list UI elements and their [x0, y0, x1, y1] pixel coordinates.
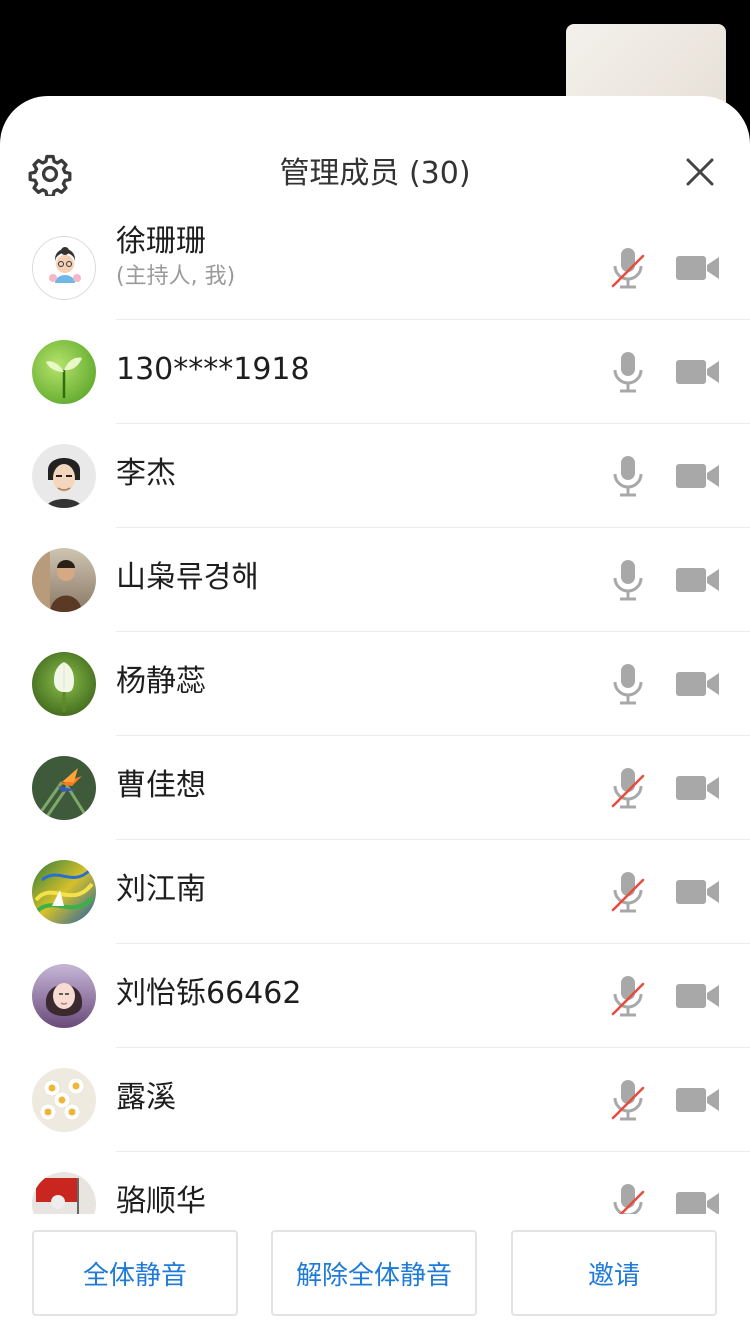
action-bar: 全体静音 解除全体静音 邀请: [0, 1214, 750, 1334]
video-camera-icon[interactable]: [676, 1190, 720, 1214]
close-icon[interactable]: [684, 156, 716, 188]
mute-all-button[interactable]: 全体静音: [32, 1230, 238, 1316]
avatar: [32, 1068, 96, 1132]
member-name: 刘怡铄66462: [116, 976, 302, 1011]
painting-avatar-icon: [34, 868, 94, 914]
chamomile-avatar-icon: [39, 1077, 85, 1121]
member-row[interactable]: 刘怡铄66462: [0, 944, 750, 1048]
member-name: 杨静蕊: [116, 664, 206, 699]
video-camera-icon[interactable]: [676, 462, 720, 490]
avatar: [32, 236, 96, 300]
avatar: [32, 1172, 96, 1214]
mic-muted-icon[interactable]: [608, 1076, 648, 1124]
unmute-all-button[interactable]: 解除全体静音: [271, 1230, 477, 1316]
member-name: 山枭류경해: [116, 560, 259, 595]
avatar: [32, 444, 96, 508]
member-name: 130****1918: [116, 352, 310, 387]
member-list: 徐珊珊 (主持人, 我) 130****1918 李杰 山枭류경해 杨静蕊 曹佳…: [0, 216, 750, 1214]
mic-icon[interactable]: [608, 348, 648, 396]
video-camera-icon[interactable]: [676, 878, 720, 906]
member-name: 刘江南: [116, 872, 206, 907]
manage-members-sheet: 管理成员 (30) 徐珊珊 (主持人, 我) 130****1918 李杰 山枭…: [0, 96, 750, 1334]
member-name: 曹佳想: [116, 768, 206, 803]
member-row[interactable]: 曹佳想: [0, 736, 750, 840]
member-row[interactable]: 徐珊珊 (主持人, 我): [0, 216, 750, 320]
avatar: [32, 964, 96, 1028]
video-camera-icon[interactable]: [676, 1086, 720, 1114]
mic-icon[interactable]: [608, 660, 648, 708]
video-camera-icon[interactable]: [676, 566, 720, 594]
mic-icon[interactable]: [608, 452, 648, 500]
member-role: (主持人, 我): [116, 264, 236, 289]
tulip-avatar-icon: [54, 662, 74, 712]
cartoon-man-avatar-icon: [46, 458, 82, 508]
mic-muted-icon[interactable]: [608, 868, 648, 916]
video-camera-icon[interactable]: [676, 358, 720, 386]
mic-muted-icon[interactable]: [608, 764, 648, 812]
page-title: 管理成员 (30): [279, 156, 471, 191]
cartoon-girl-avatar-icon: [49, 247, 81, 283]
mic-muted-icon[interactable]: [608, 244, 648, 292]
video-camera-icon[interactable]: [676, 774, 720, 802]
avatar: [32, 340, 96, 404]
video-camera-icon[interactable]: [676, 670, 720, 698]
member-row[interactable]: 骆顺华: [0, 1152, 750, 1214]
member-name: 李杰: [116, 456, 176, 491]
mic-muted-icon[interactable]: [608, 972, 648, 1020]
sprout-avatar-icon: [46, 357, 82, 398]
avatar: [32, 756, 96, 820]
mic-muted-icon[interactable]: [608, 1180, 648, 1214]
video-camera-icon[interactable]: [676, 982, 720, 1010]
photo-man-avatar-icon: [32, 548, 82, 612]
flag-figure-avatar-icon: [36, 1178, 79, 1214]
bird-of-paradise-avatar-icon: [36, 768, 88, 819]
girl-portrait-avatar-icon: [45, 983, 83, 1016]
member-row[interactable]: 刘江南: [0, 840, 750, 944]
avatar: [32, 860, 96, 924]
member-row[interactable]: 露溪: [0, 1048, 750, 1152]
member-row[interactable]: 李杰: [0, 424, 750, 528]
member-row[interactable]: 杨静蕊: [0, 632, 750, 736]
member-row[interactable]: 130****1918: [0, 320, 750, 424]
mic-icon[interactable]: [608, 556, 648, 604]
member-name: 露溪: [116, 1080, 176, 1115]
member-name: 徐珊珊: [116, 224, 206, 259]
video-camera-icon[interactable]: [676, 254, 720, 282]
member-row[interactable]: 山枭류경해: [0, 528, 750, 632]
invite-button[interactable]: 邀请: [511, 1230, 717, 1316]
avatar: [32, 548, 96, 612]
avatar: [32, 652, 96, 716]
member-name: 骆顺华: [116, 1184, 206, 1214]
